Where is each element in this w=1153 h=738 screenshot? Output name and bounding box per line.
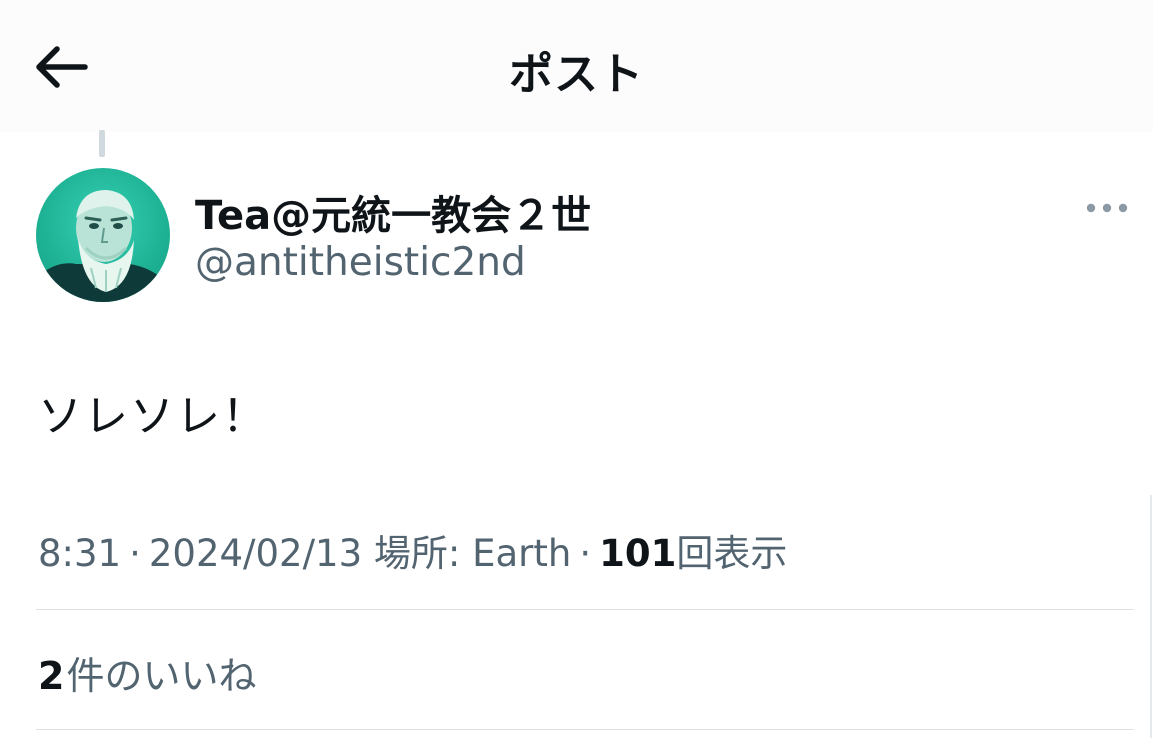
- likes-link[interactable]: 2件のいいね: [38, 645, 256, 700]
- meta-separator: ·: [579, 532, 592, 575]
- avatar[interactable]: [36, 168, 170, 302]
- post-date[interactable]: 2024/02/13: [149, 532, 362, 575]
- post-meta: 8:31 · 2024/02/13 場所: Earth · 101回表示: [38, 523, 787, 577]
- post-text: ソレソレ！: [38, 391, 268, 442]
- divider: [36, 609, 1134, 610]
- post-location: 場所: Earth: [373, 532, 572, 575]
- author-handle[interactable]: @antitheistic2nd: [195, 240, 526, 285]
- divider: [36, 729, 1134, 730]
- page-title: ポスト: [509, 49, 644, 100]
- author-display-name[interactable]: Tea@元統一教会２世: [195, 183, 591, 241]
- thread-connector-line: [99, 130, 105, 157]
- avatar-image: [36, 168, 170, 302]
- top-bar: ポスト: [0, 0, 1153, 132]
- more-horizontal-icon: [1086, 203, 1128, 213]
- likes-count: 2: [38, 654, 65, 698]
- views-count: 101: [599, 532, 677, 575]
- views-label: 回表示: [676, 532, 788, 575]
- scrollbar-track[interactable]: [1150, 495, 1152, 738]
- meta-separator: ·: [129, 532, 141, 575]
- post-time[interactable]: 8:31: [38, 532, 121, 575]
- more-options-button[interactable]: [1082, 192, 1132, 224]
- likes-label: 件のいいね: [66, 654, 257, 698]
